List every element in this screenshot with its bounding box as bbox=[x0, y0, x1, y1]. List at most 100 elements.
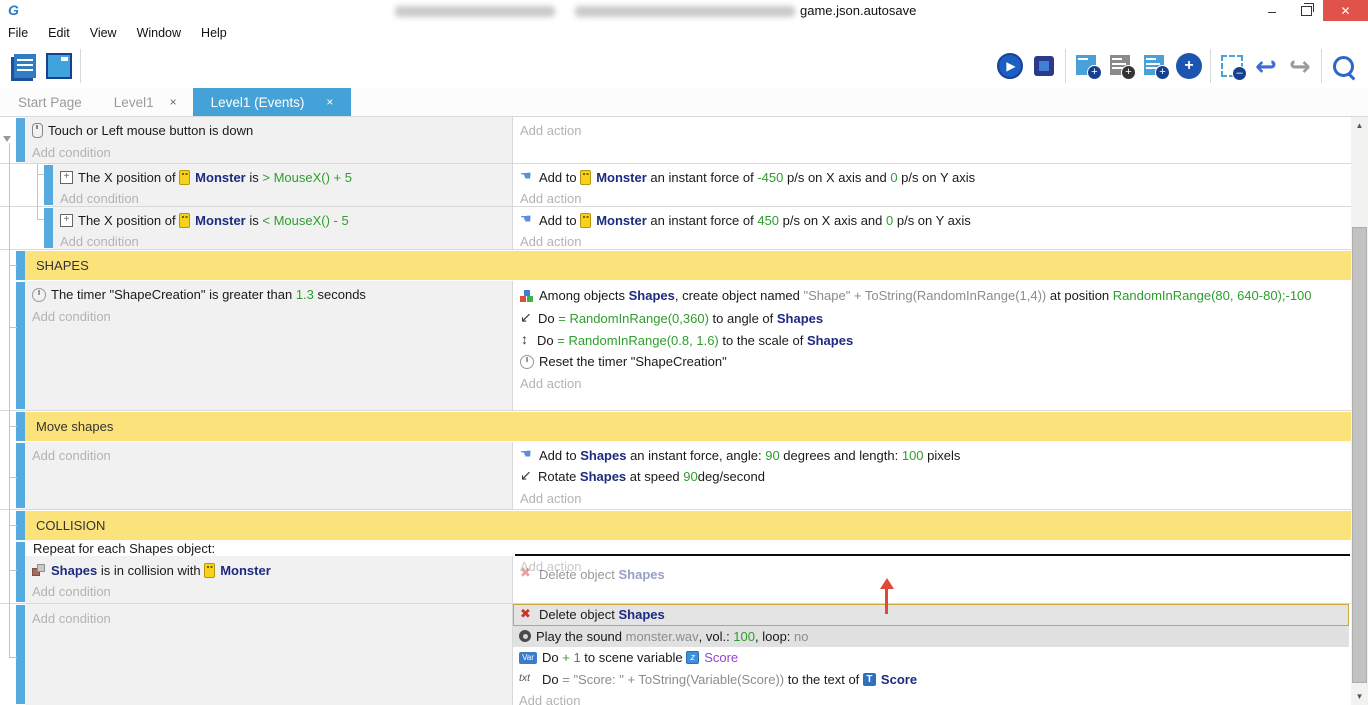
condition-row[interactable]: The X position of Monster is > MouseX() … bbox=[60, 167, 512, 189]
for-each-label: Repeat for each Shapes object: bbox=[33, 541, 215, 556]
tab-start-page[interactable]: Start Page bbox=[2, 88, 98, 116]
event-drag-bar[interactable] bbox=[16, 282, 25, 409]
scroll-down-button[interactable]: ▼ bbox=[1351, 688, 1368, 705]
event-drag-bar[interactable] bbox=[44, 165, 53, 205]
add-condition-button[interactable]: Add condition bbox=[32, 445, 512, 467]
toolbar-separator bbox=[1321, 49, 1322, 83]
action-row[interactable]: Do = "Score: " + ToString(Variable(Score… bbox=[513, 669, 1349, 691]
add-action-button[interactable]: Add action bbox=[520, 373, 1351, 395]
comment-body: COLLISION bbox=[25, 511, 1351, 540]
actions-cell: Among objects Shapes, create object name… bbox=[513, 281, 1351, 410]
event-drag-bar[interactable] bbox=[16, 443, 25, 508]
monster-icon bbox=[179, 213, 190, 228]
action-row[interactable]: Add to Shapes an instant force, angle: 9… bbox=[520, 445, 1351, 467]
drop-indicator-line bbox=[515, 554, 1350, 557]
text-token: is in collision with bbox=[97, 563, 204, 578]
remove-selection-icon: – bbox=[1221, 55, 1243, 77]
condition-row[interactable]: Shapes is in collision with Monster bbox=[32, 560, 512, 582]
restore-button[interactable] bbox=[1289, 0, 1323, 21]
condition-row[interactable]: Touch or Left mouse button is down bbox=[32, 120, 512, 142]
add-condition-button[interactable]: Add condition bbox=[60, 231, 512, 253]
redo-icon: ↩ bbox=[1289, 53, 1311, 79]
action-row[interactable]: Add to Monster an instant force of -450 … bbox=[520, 167, 1351, 189]
event-drag-bar[interactable] bbox=[16, 605, 25, 705]
timer-icon bbox=[32, 288, 46, 302]
debug-button[interactable] bbox=[1027, 49, 1061, 83]
menu-file[interactable]: File bbox=[0, 26, 38, 40]
add-subevent-button[interactable]: + bbox=[1138, 49, 1172, 83]
delete-selection-button[interactable]: – bbox=[1215, 49, 1249, 83]
redo-button[interactable]: ↩ bbox=[1283, 49, 1317, 83]
text-token: to the text of bbox=[784, 672, 863, 687]
add-event-button[interactable]: + bbox=[1070, 49, 1104, 83]
action-row[interactable]: Do + 1 to scene variable Score bbox=[513, 647, 1349, 669]
action-row[interactable]: Among objects Shapes, create object name… bbox=[520, 284, 1342, 308]
event-drag-bar[interactable] bbox=[16, 412, 25, 441]
search-button[interactable] bbox=[1326, 49, 1360, 83]
action-row[interactable]: Add to Monster an instant force of 450 p… bbox=[520, 210, 1351, 232]
text-token: Monster bbox=[596, 213, 647, 228]
undo-button[interactable]: ↩ bbox=[1249, 49, 1283, 83]
condition-row[interactable]: The timer "ShapeCreation" is greater tha… bbox=[32, 284, 512, 306]
event-drag-bar[interactable] bbox=[16, 118, 25, 162]
text-token: 90 bbox=[765, 448, 779, 463]
tab-level1[interactable]: Level1 × bbox=[98, 88, 193, 116]
event-gutter bbox=[0, 442, 16, 509]
close-button[interactable]: ✕ bbox=[1323, 0, 1368, 21]
comment-collision[interactable]: COLLISION bbox=[0, 510, 1351, 541]
conditions-cell: The X position of Monster is < MouseX() … bbox=[53, 207, 513, 249]
add-other-event-button[interactable]: + bbox=[1172, 49, 1206, 83]
add-condition-button[interactable]: Add condition bbox=[32, 306, 512, 328]
text-token: Monster bbox=[220, 563, 271, 578]
action-row[interactable]: Rotate Shapes at speed 90deg/second bbox=[520, 466, 1351, 488]
tab-close-icon[interactable]: × bbox=[170, 95, 177, 109]
action-row-selected[interactable]: Delete object Shapes bbox=[513, 604, 1349, 626]
menu-window[interactable]: Window bbox=[127, 26, 191, 40]
vertical-scrollbar[interactable]: ▲ ▼ bbox=[1351, 117, 1368, 705]
comment-shapes[interactable]: SHAPES bbox=[0, 250, 1351, 282]
search-icon bbox=[1333, 56, 1354, 77]
actions-cell: Add to Monster an instant force of -450 … bbox=[513, 164, 1351, 206]
play-button[interactable]: ▶ bbox=[993, 49, 1027, 83]
menu-view[interactable]: View bbox=[80, 26, 127, 40]
action-row[interactable]: Do = RandomInRange(0.8, 1.6) to the scal… bbox=[520, 330, 1351, 352]
scene-editor-button[interactable] bbox=[42, 49, 76, 83]
add-condition-button[interactable]: Add condition bbox=[32, 142, 512, 164]
event-gutter bbox=[0, 541, 16, 603]
event-drag-bar[interactable] bbox=[44, 208, 53, 248]
scroll-up-button[interactable]: ▲ bbox=[1351, 117, 1368, 134]
event-drag-bar[interactable] bbox=[16, 542, 25, 602]
comment-move-shapes[interactable]: Move shapes bbox=[0, 411, 1351, 442]
scene-editor-icon bbox=[46, 53, 72, 79]
tab-close-icon[interactable]: × bbox=[326, 95, 333, 109]
add-comment-button[interactable]: + bbox=[1104, 49, 1138, 83]
add-action-button[interactable]: Add action bbox=[520, 120, 1351, 142]
menu-edit[interactable]: Edit bbox=[38, 26, 80, 40]
action-row-highlighted[interactable]: Play the sound monster.wav, vol.: 100, l… bbox=[513, 626, 1349, 648]
action-row[interactable]: Do = RandomInRange(0,360) to angle of Sh… bbox=[520, 308, 1351, 330]
menu-help[interactable]: Help bbox=[191, 26, 237, 40]
angle-icon bbox=[520, 312, 533, 325]
actions-cell: Add action bbox=[513, 117, 1351, 163]
event-gutter bbox=[0, 604, 16, 705]
conditions-cell: The timer "ShapeCreation" is greater tha… bbox=[25, 281, 513, 410]
text-token: "Shape" + ToString(RandomInRange(1,4)) bbox=[804, 288, 1047, 303]
tab-level1-events[interactable]: Level1 (Events) × bbox=[193, 88, 352, 116]
project-manager-button[interactable] bbox=[8, 49, 42, 83]
scrollbar-thumb[interactable] bbox=[1352, 227, 1367, 683]
action-row[interactable]: Reset the timer "ShapeCreation" bbox=[520, 351, 1351, 373]
add-action-button[interactable]: Add action bbox=[513, 690, 1349, 705]
toolbar-separator bbox=[1210, 49, 1211, 83]
text-token: 0 bbox=[890, 170, 897, 185]
monster-icon bbox=[179, 170, 190, 185]
event-drag-bar[interactable] bbox=[16, 511, 25, 540]
add-action-button[interactable]: Add action bbox=[520, 488, 1351, 510]
add-action-button[interactable]: Add action bbox=[520, 231, 1351, 253]
conditions-cell: Touch or Left mouse button is down Add c… bbox=[25, 117, 513, 163]
add-condition-button[interactable]: Add condition bbox=[32, 608, 512, 630]
event-drag-bar[interactable] bbox=[16, 251, 25, 281]
condition-row[interactable]: The X position of Monster is < MouseX() … bbox=[60, 210, 512, 232]
text-token: = RandomInRange(0.8, 1.6) bbox=[557, 333, 719, 348]
minimize-button[interactable]: – bbox=[1255, 0, 1289, 21]
add-condition-button[interactable]: Add condition bbox=[32, 581, 512, 603]
